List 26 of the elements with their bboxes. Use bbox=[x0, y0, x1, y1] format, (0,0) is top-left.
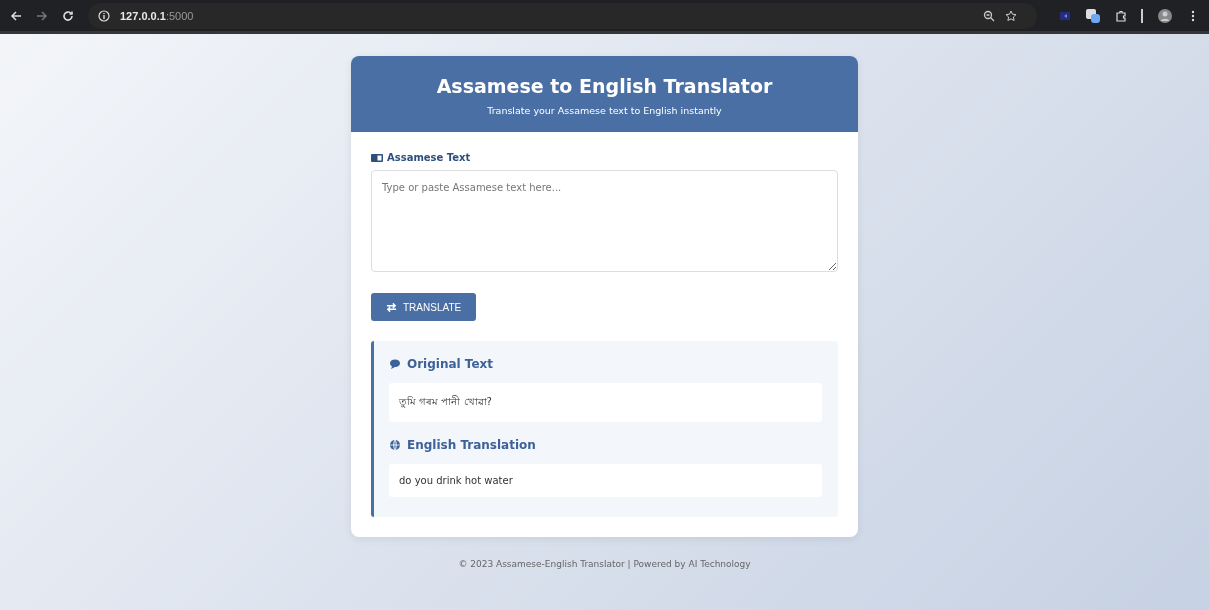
url-port: :5000 bbox=[165, 9, 194, 22]
original-text-heading: Original Text bbox=[407, 357, 494, 371]
language-icon bbox=[371, 153, 383, 162]
avatar-icon[interactable] bbox=[1157, 7, 1173, 24]
back-arrow-icon[interactable] bbox=[10, 9, 22, 22]
footer-text: © 2023 Assamese-English Translator | Powered by AI Technology bbox=[458, 559, 751, 569]
translation-output: do you drink hot water bbox=[389, 464, 822, 497]
star-icon[interactable] bbox=[1005, 9, 1017, 22]
extension-icon[interactable] bbox=[1085, 7, 1101, 24]
translation-heading: English Translation bbox=[407, 438, 536, 452]
zoom-icon[interactable] bbox=[983, 9, 995, 22]
input-label: Assamese Text bbox=[387, 152, 471, 163]
translate-button[interactable]: TRANSLATE bbox=[371, 293, 477, 321]
original-text-output: তুমি গৰম পানী খোৱা? bbox=[389, 383, 822, 422]
reload-icon[interactable] bbox=[62, 9, 74, 22]
url-host: 127.0.0.1 bbox=[120, 9, 166, 22]
swap-arrows-icon bbox=[386, 301, 397, 313]
app-subtitle: Translate your Assamese text to English instantly bbox=[486, 105, 723, 116]
globe-icon bbox=[389, 439, 401, 451]
text-input-field[interactable]: Type or paste Assamese text here... bbox=[371, 170, 838, 272]
info-icon bbox=[98, 9, 110, 22]
puzzle-icon[interactable] bbox=[1115, 9, 1127, 22]
address-bar[interactable]: 127.0.0.1:5000 bbox=[88, 2, 1037, 29]
chat-bubble-icon bbox=[389, 358, 401, 370]
app-title: Assamese to English Translator bbox=[435, 75, 774, 97]
forward-arrow-icon[interactable] bbox=[36, 9, 48, 22]
